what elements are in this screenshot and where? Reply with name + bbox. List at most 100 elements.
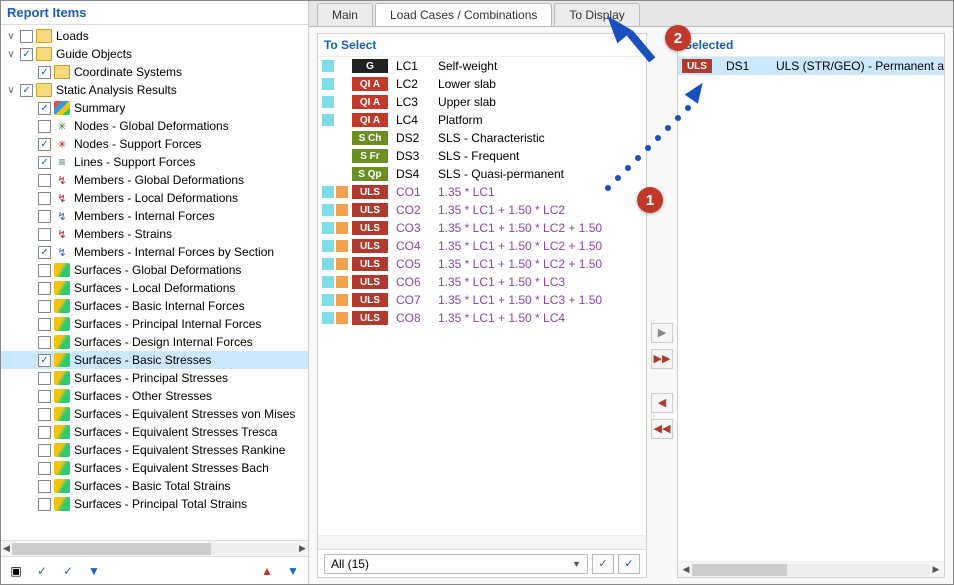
- tree-item[interactable]: Surfaces - Basic Stresses: [1, 351, 308, 369]
- load-case-row[interactable]: GLC1Self-weight: [318, 57, 646, 75]
- tree-item[interactable]: Members - Global Deformations: [1, 171, 308, 189]
- checkbox[interactable]: [38, 372, 51, 385]
- check-all-visible-button[interactable]: ✓: [618, 554, 640, 574]
- tree-item[interactable]: ∨ Guide Objects: [1, 45, 308, 63]
- tree-item[interactable]: Coordinate Systems: [1, 63, 308, 81]
- check-visible-button[interactable]: ✓: [592, 554, 614, 574]
- tree-item[interactable]: Members - Internal Forces: [1, 207, 308, 225]
- color-swatch-2: [336, 96, 348, 108]
- scroll-thumb[interactable]: [692, 564, 787, 576]
- checkbox[interactable]: [20, 84, 33, 97]
- tree-item[interactable]: Surfaces - Design Internal Forces: [1, 333, 308, 351]
- tree-item-label: Surfaces - Other Stresses: [73, 389, 212, 403]
- tree-item[interactable]: Surfaces - Global Deformations: [1, 261, 308, 279]
- tree-item[interactable]: Members - Internal Forces by Section: [1, 243, 308, 261]
- checkbox[interactable]: [38, 66, 51, 79]
- checkbox[interactable]: [38, 138, 51, 151]
- uncheck-all-button[interactable]: ✓: [57, 561, 79, 581]
- tree-item[interactable]: ∨Static Analysis Results: [1, 81, 308, 99]
- load-case-row[interactable]: ULSCO61.35 * LC1 + 1.50 * LC3: [318, 273, 646, 291]
- tree-item[interactable]: Surfaces - Other Stresses: [1, 387, 308, 405]
- checkbox[interactable]: [38, 408, 51, 421]
- check-all-button[interactable]: ✓: [31, 561, 53, 581]
- remove-all-button[interactable]: ◀◀: [651, 419, 673, 439]
- move-down-button[interactable]: ▼: [282, 561, 304, 581]
- tree-item[interactable]: Surfaces - Equivalent Stresses von Mises: [1, 405, 308, 423]
- checkbox[interactable]: [20, 48, 33, 61]
- tab-load-cases[interactable]: Load Cases / Combinations: [375, 3, 552, 26]
- category-tag: S Ch: [352, 131, 388, 145]
- report-items-tree[interactable]: ∨Loads∨Guide ObjectsCoordinate Systems∨S…: [1, 25, 308, 540]
- load-case-row[interactable]: ULSCO31.35 * LC1 + 1.50 * LC2 + 1.50: [318, 219, 646, 237]
- selected-h-scroll[interactable]: ◀ ▶: [678, 561, 944, 577]
- tab-main[interactable]: Main: [317, 3, 373, 26]
- tree-item[interactable]: Summary: [1, 99, 308, 117]
- checkbox[interactable]: [38, 156, 51, 169]
- expander-icon[interactable]: ∨: [5, 85, 17, 96]
- tree-item-label: Members - Local Deformations: [73, 191, 238, 205]
- filter-dropdown[interactable]: All (15) ▼: [324, 554, 588, 574]
- checkbox[interactable]: [38, 120, 51, 133]
- add-all-button[interactable]: ▶▶: [651, 349, 673, 369]
- checkbox[interactable]: [20, 30, 33, 43]
- checkbox[interactable]: [38, 444, 51, 457]
- checkbox[interactable]: [38, 390, 51, 403]
- load-case-row[interactable]: ULSCO71.35 * LC1 + 1.50 * LC3 + 1.50: [318, 291, 646, 309]
- selected-panel: Selected ULS DS1 ULS (STR/GEO) - Permane…: [677, 33, 945, 578]
- checkbox[interactable]: [38, 264, 51, 277]
- tree-item[interactable]: Nodes - Global Deformations: [1, 117, 308, 135]
- checkbox[interactable]: [38, 498, 51, 511]
- checkbox[interactable]: [38, 462, 51, 475]
- tree-item[interactable]: Surfaces - Basic Internal Forces: [1, 297, 308, 315]
- checkbox[interactable]: [38, 480, 51, 493]
- expander-icon[interactable]: ∨: [5, 49, 17, 60]
- tree-item[interactable]: Members - Strains: [1, 225, 308, 243]
- checkbox[interactable]: [38, 282, 51, 295]
- scroll-left-icon[interactable]: ◀: [680, 564, 692, 575]
- checkbox[interactable]: [38, 192, 51, 205]
- checkbox[interactable]: [38, 318, 51, 331]
- checkbox[interactable]: [38, 300, 51, 313]
- checkbox[interactable]: [38, 354, 51, 367]
- tree-item-label: Lines - Support Forces: [73, 155, 195, 169]
- tree-item[interactable]: Surfaces - Basic Total Strains: [1, 477, 308, 495]
- selected-row[interactable]: ULS DS1 ULS (STR/GEO) - Permanent a: [678, 57, 944, 75]
- report-items-panel: Report Items ∨Loads∨Guide ObjectsCoordin…: [1, 1, 309, 584]
- panel-mode-button[interactable]: ▣: [5, 561, 27, 581]
- load-case-row[interactable]: ULSCO81.35 * LC1 + 1.50 * LC4: [318, 309, 646, 327]
- uls-tag: ULS: [682, 59, 712, 73]
- checkbox[interactable]: [38, 246, 51, 259]
- checkbox[interactable]: [38, 174, 51, 187]
- color-swatch-1: [322, 204, 334, 216]
- tree-item-label: Guide Objects: [55, 47, 132, 61]
- tree-item[interactable]: Surfaces - Principal Stresses: [1, 369, 308, 387]
- load-case-desc: 1.35 * LC1 + 1.50 * LC4: [438, 311, 565, 325]
- tree-item[interactable]: Surfaces - Equivalent Stresses Tresca: [1, 423, 308, 441]
- tree-item[interactable]: Surfaces - Equivalent Stresses Bach: [1, 459, 308, 477]
- add-one-button[interactable]: ▶: [651, 323, 673, 343]
- checkbox[interactable]: [38, 210, 51, 223]
- tree-item[interactable]: ∨Loads: [1, 27, 308, 45]
- tree-item[interactable]: Surfaces - Local Deformations: [1, 279, 308, 297]
- load-case-id: CO6: [396, 275, 438, 289]
- checkbox[interactable]: [38, 426, 51, 439]
- load-case-row[interactable]: ULSCO41.35 * LC1 + 1.50 * LC2 + 1.50: [318, 237, 646, 255]
- load-case-row[interactable]: ULSCO51.35 * LC1 + 1.50 * LC2 + 1.50: [318, 255, 646, 273]
- tree-item[interactable]: Surfaces - Principal Total Strains: [1, 495, 308, 513]
- filter-button[interactable]: ▼: [83, 561, 105, 581]
- expander-icon[interactable]: ∨: [5, 31, 17, 42]
- scroll-right-icon[interactable]: ▶: [930, 564, 942, 575]
- tree-item[interactable]: Surfaces - Equivalent Stresses Rankine: [1, 441, 308, 459]
- tab-to-display[interactable]: To Display: [554, 3, 639, 26]
- horizontal-scrollbar[interactable]: ◀ ▶: [1, 540, 308, 556]
- remove-one-button[interactable]: ◀: [651, 393, 673, 413]
- tree-item[interactable]: Members - Local Deformations: [1, 189, 308, 207]
- checkbox[interactable]: [38, 102, 51, 115]
- tree-item[interactable]: Nodes - Support Forces: [1, 135, 308, 153]
- move-up-button[interactable]: ▲: [256, 561, 278, 581]
- to-select-h-scroll[interactable]: [318, 535, 646, 549]
- checkbox[interactable]: [38, 336, 51, 349]
- tree-item[interactable]: Surfaces - Principal Internal Forces: [1, 315, 308, 333]
- tree-item[interactable]: Lines - Support Forces: [1, 153, 308, 171]
- checkbox[interactable]: [38, 228, 51, 241]
